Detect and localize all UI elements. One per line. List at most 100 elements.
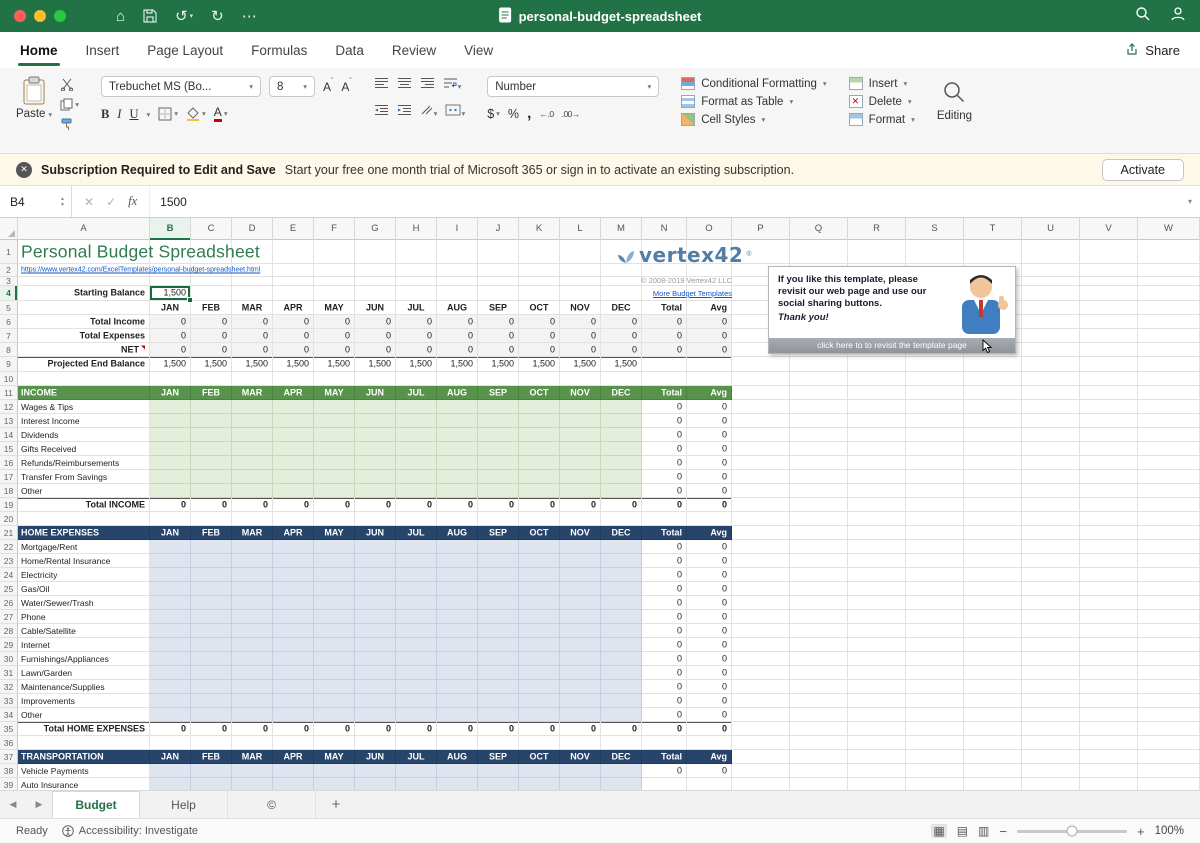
cell-Q22[interactable] — [790, 540, 848, 554]
cell-W5[interactable] — [1138, 301, 1200, 315]
cell-K3[interactable] — [519, 277, 560, 286]
cell-M10[interactable] — [601, 372, 642, 386]
cell-U6[interactable] — [1022, 315, 1080, 329]
cell-G14[interactable] — [355, 428, 396, 442]
cell-D4[interactable] — [232, 286, 273, 301]
cell-U37[interactable] — [1022, 750, 1080, 764]
cell-F6[interactable]: 0 — [314, 315, 355, 329]
cell-L39[interactable] — [560, 778, 601, 790]
cell-S22[interactable] — [906, 540, 964, 554]
cell-D32[interactable] — [232, 680, 273, 694]
cell-P29[interactable] — [732, 638, 790, 652]
font-name-select[interactable]: Trebuchet MS (Bo...▾ — [101, 76, 261, 97]
cell-C17[interactable] — [191, 470, 232, 484]
cell-A31[interactable]: Lawn/Garden — [18, 666, 150, 680]
row-header-5[interactable]: 5 — [0, 301, 18, 315]
page-layout-view-icon[interactable]: ▤ — [957, 824, 968, 838]
underline-button[interactable]: U — [129, 108, 138, 121]
cell-W17[interactable] — [1138, 470, 1200, 484]
cell-U18[interactable] — [1022, 484, 1080, 498]
cell-E5[interactable]: APR — [273, 301, 314, 315]
cell-W36[interactable] — [1138, 736, 1200, 750]
cell-G10[interactable] — [355, 372, 396, 386]
cell-C4[interactable] — [191, 286, 232, 301]
row-header-30[interactable]: 30 — [0, 652, 18, 666]
cell-L14[interactable] — [560, 428, 601, 442]
cell-C21[interactable]: FEB — [191, 526, 232, 540]
cell-J24[interactable] — [478, 568, 519, 582]
cell-J31[interactable] — [478, 666, 519, 680]
decrease-indent-icon[interactable] — [374, 103, 389, 121]
cell-I17[interactable] — [437, 470, 478, 484]
cell-L36[interactable] — [560, 736, 601, 750]
cell-R29[interactable] — [848, 638, 906, 652]
cell-M12[interactable] — [601, 400, 642, 414]
cell-C37[interactable]: FEB — [191, 750, 232, 764]
cell-S11[interactable] — [906, 386, 964, 400]
cell-K1[interactable] — [519, 240, 560, 264]
cell-R12[interactable] — [848, 400, 906, 414]
cell-E28[interactable] — [273, 624, 314, 638]
cell-J28[interactable] — [478, 624, 519, 638]
cell-B21[interactable]: JAN — [150, 526, 191, 540]
cell-A36[interactable] — [18, 736, 150, 750]
cell-S30[interactable] — [906, 652, 964, 666]
cell-U1[interactable] — [1022, 240, 1080, 264]
cell-B9[interactable]: 1,500 — [150, 357, 191, 372]
cell-G27[interactable] — [355, 610, 396, 624]
comma-format-button[interactable]: , — [527, 106, 531, 122]
cell-J18[interactable] — [478, 484, 519, 498]
cell-P35[interactable] — [732, 722, 790, 736]
cell-J36[interactable] — [478, 736, 519, 750]
cell-K22[interactable] — [519, 540, 560, 554]
cell-A6[interactable]: Total Income — [18, 315, 150, 329]
cell-J35[interactable]: 0 — [478, 722, 519, 736]
cell-E38[interactable] — [273, 764, 314, 778]
cell-I33[interactable] — [437, 694, 478, 708]
cell-H9[interactable]: 1,500 — [396, 357, 437, 372]
cell-P28[interactable] — [732, 624, 790, 638]
cell-M32[interactable] — [601, 680, 642, 694]
cell-U27[interactable] — [1022, 610, 1080, 624]
cell-A12[interactable]: Wages & Tips — [18, 400, 150, 414]
cell-T22[interactable] — [964, 540, 1022, 554]
cell-E7[interactable]: 0 — [273, 329, 314, 343]
cell-W4[interactable] — [1138, 286, 1200, 301]
cell-F15[interactable] — [314, 442, 355, 456]
cell-W30[interactable] — [1138, 652, 1200, 666]
menu-tab-page-layout[interactable]: Page Layout — [147, 32, 223, 68]
cell-D3[interactable] — [232, 277, 273, 286]
cell-H28[interactable] — [396, 624, 437, 638]
cell-C11[interactable]: FEB — [191, 386, 232, 400]
cell-V36[interactable] — [1080, 736, 1138, 750]
cell-F28[interactable] — [314, 624, 355, 638]
cell-G17[interactable] — [355, 470, 396, 484]
cell-L18[interactable] — [560, 484, 601, 498]
cell-C10[interactable] — [191, 372, 232, 386]
cell-B12[interactable] — [150, 400, 191, 414]
cell-G13[interactable] — [355, 414, 396, 428]
cell-J38[interactable] — [478, 764, 519, 778]
cell-N23[interactable]: 0 — [642, 554, 687, 568]
cell-I13[interactable] — [437, 414, 478, 428]
cell-M5[interactable]: DEC — [601, 301, 642, 315]
row-header-37[interactable]: 37 — [0, 750, 18, 764]
cell-G16[interactable] — [355, 456, 396, 470]
cell-O35[interactable]: 0 — [687, 722, 732, 736]
cell-V35[interactable] — [1080, 722, 1138, 736]
cell-Q16[interactable] — [790, 456, 848, 470]
cell-N24[interactable]: 0 — [642, 568, 687, 582]
cell-H37[interactable]: JUL — [396, 750, 437, 764]
cell-V3[interactable] — [1080, 277, 1138, 286]
sheet-tab-help[interactable]: Help — [140, 791, 228, 818]
cell-U15[interactable] — [1022, 442, 1080, 456]
cell-W20[interactable] — [1138, 512, 1200, 526]
cell-U4[interactable] — [1022, 286, 1080, 301]
cell-K24[interactable] — [519, 568, 560, 582]
cell-M35[interactable]: 0 — [601, 722, 642, 736]
col-header-H[interactable]: H — [396, 218, 437, 240]
cell-L6[interactable]: 0 — [560, 315, 601, 329]
cell-V34[interactable] — [1080, 708, 1138, 722]
cell-R28[interactable] — [848, 624, 906, 638]
cell-T10[interactable] — [964, 372, 1022, 386]
